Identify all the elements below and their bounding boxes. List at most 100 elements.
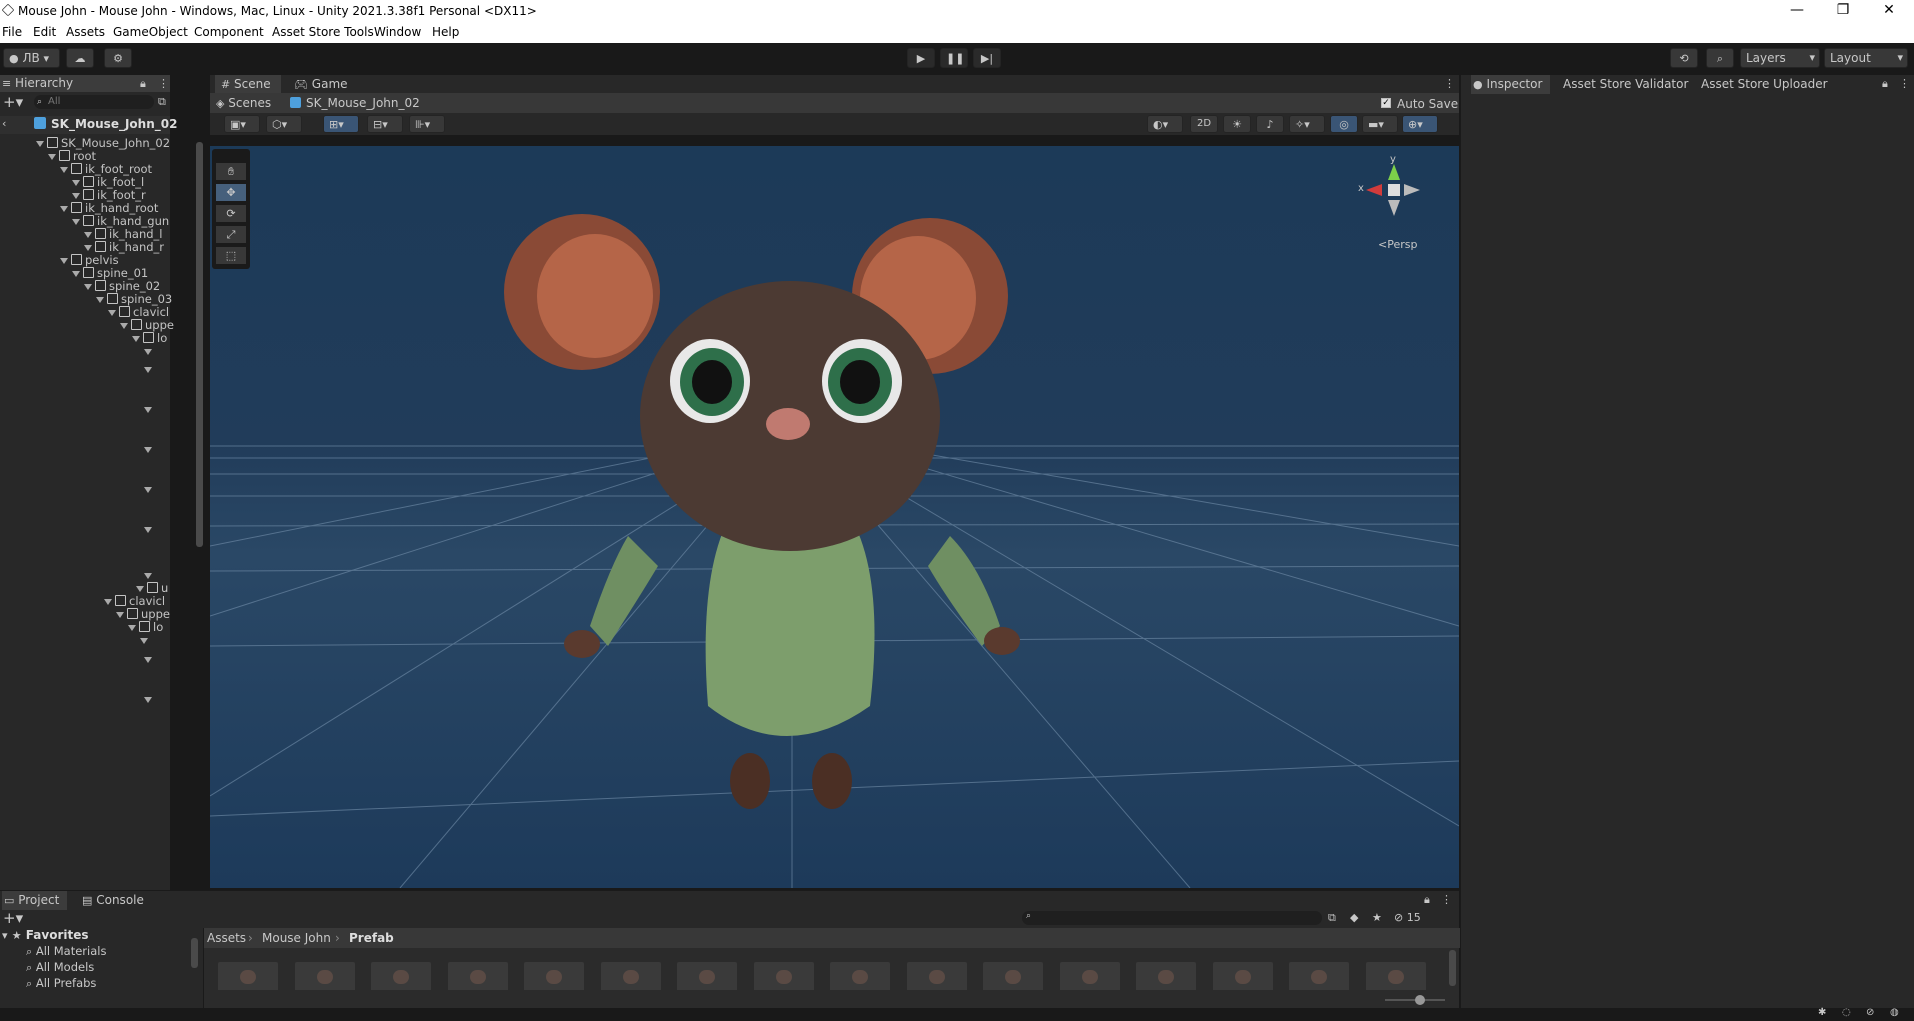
effects-dropdown[interactable]: ✧▾ xyxy=(1289,115,1325,133)
lighting-button[interactable]: ☀ xyxy=(1223,115,1251,133)
asset-scrollbar[interactable] xyxy=(1449,950,1456,986)
minimize-button[interactable]: — xyxy=(1774,0,1820,22)
hierarchy-search-input[interactable]: ⌕ All xyxy=(34,95,154,109)
gizmo-x-arrow[interactable] xyxy=(1366,184,1382,196)
close-button[interactable]: ✕ xyxy=(1866,0,1912,22)
menu-assets[interactable]: Assets xyxy=(66,25,105,39)
hierarchy-item[interactable] xyxy=(144,343,200,359)
asset-thumbnail[interactable] xyxy=(983,962,1043,990)
hierarchy-item[interactable] xyxy=(144,361,200,377)
expand-arrow-icon[interactable] xyxy=(84,245,92,251)
maximize-button[interactable]: ❐ xyxy=(1820,0,1866,22)
menu-file[interactable]: File xyxy=(2,25,22,39)
expand-arrow-icon[interactable] xyxy=(72,271,80,277)
kebab-menu-icon[interactable]: ⋮ xyxy=(1444,77,1455,90)
expand-arrow-icon[interactable] xyxy=(144,349,152,355)
cache-icon[interactable]: ◍ xyxy=(1890,1007,1899,1018)
filter-type-icon[interactable]: ⧉ xyxy=(1328,911,1336,925)
move-tool[interactable]: ✥ xyxy=(216,184,246,201)
asset-thumbnail[interactable] xyxy=(1289,962,1349,990)
pause-button[interactable]: ❚❚ xyxy=(940,48,968,68)
bug-icon[interactable]: ✱ xyxy=(1818,1007,1826,1018)
expand-arrow-icon[interactable] xyxy=(144,407,152,413)
tab-asset-store-validator[interactable]: Asset Store Validator xyxy=(1563,75,1688,94)
asset-thumbnail[interactable] xyxy=(371,962,431,990)
tab-console[interactable]: ▤ Console xyxy=(82,891,144,910)
kebab-menu-icon[interactable]: ⋮ xyxy=(1441,893,1452,906)
breadcrumb-prefab[interactable]: Prefab xyxy=(349,931,394,945)
create-button[interactable]: +▾ xyxy=(0,93,30,111)
expand-arrow-icon[interactable] xyxy=(128,625,136,631)
sidebar-scrollbar[interactable] xyxy=(191,938,198,968)
favorite-all-models[interactable]: ⌕ All Models xyxy=(26,960,94,975)
rotate-tool[interactable]: ⟳ xyxy=(216,205,246,222)
layers-dropdown[interactable]: Layers ▾ xyxy=(1740,48,1820,68)
menu-component[interactable]: Component xyxy=(194,25,264,39)
audio-button[interactable]: ♪ xyxy=(1256,115,1284,133)
render-mode-dropdown[interactable]: ⬡▾ xyxy=(266,115,302,133)
tab-asset-store-uploader[interactable]: Asset Store Uploader xyxy=(1701,75,1828,94)
orientation-gizmo[interactable]: y x xyxy=(1358,154,1440,226)
expand-arrow-icon[interactable] xyxy=(72,219,80,225)
expand-arrow-icon[interactable] xyxy=(144,697,152,703)
menu-asset-store-tools[interactable]: Asset Store Tools xyxy=(272,25,374,39)
expand-arrow-icon[interactable] xyxy=(120,323,128,329)
asset-thumbnail[interactable] xyxy=(906,962,967,990)
persp-label[interactable]: <Persp xyxy=(1378,238,1417,251)
scene-viewport[interactable]: ✋︎ ✥ ⟳ ⤢ ⬚ y x <Persp xyxy=(210,146,1459,888)
expand-arrow-icon[interactable] xyxy=(60,258,68,264)
expand-arrow-icon[interactable] xyxy=(84,232,92,238)
hierarchy-item[interactable] xyxy=(144,691,200,707)
expand-arrow-icon[interactable] xyxy=(108,310,116,316)
breadcrumb-scenes[interactable]: ◈ Scenes xyxy=(216,96,271,110)
asset-thumbnail[interactable] xyxy=(1212,962,1273,990)
debug-icon[interactable]: ⊘ xyxy=(1866,1007,1874,1018)
menu-edit[interactable]: Edit xyxy=(33,25,56,39)
toggle-2d-button[interactable]: 2D xyxy=(1190,115,1218,133)
tab-hierarchy[interactable]: ≡ Hierarchy xyxy=(2,74,73,93)
expand-arrow-icon[interactable] xyxy=(144,657,152,663)
expand-arrow-icon[interactable] xyxy=(60,206,68,212)
auto-save-checkbox[interactable]: ✓ xyxy=(1381,98,1391,108)
expand-arrow-icon[interactable] xyxy=(48,154,56,160)
hierarchy-scrollbar[interactable] xyxy=(196,142,203,547)
hand-tool[interactable]: ✋︎ xyxy=(216,163,246,180)
expand-arrow-icon[interactable] xyxy=(144,487,152,493)
asset-thumbnail[interactable] xyxy=(830,962,890,990)
project-search-input[interactable]: ⌕ xyxy=(1022,911,1322,925)
expand-arrow-icon[interactable] xyxy=(60,167,68,173)
asset-thumbnail[interactable] xyxy=(600,962,661,990)
menu-help[interactable]: Help xyxy=(432,25,459,39)
gizmo-center[interactable] xyxy=(1388,184,1400,196)
expand-arrow-icon[interactable] xyxy=(144,367,152,373)
increment-snap-dropdown[interactable]: ⊟▾ xyxy=(367,115,403,133)
scene-root-row[interactable]: ‹ SK_Mouse_John_02 xyxy=(0,116,177,134)
hierarchy-item[interactable] xyxy=(140,632,200,648)
asset-thumbnail[interactable] xyxy=(447,962,508,990)
expand-arrow-icon[interactable] xyxy=(136,586,144,592)
kebab-menu-icon[interactable]: ⋮ xyxy=(1899,77,1910,90)
lock-icon[interactable]: 🔒︎ xyxy=(1882,77,1888,91)
lock-icon[interactable]: 🔒︎ xyxy=(1424,893,1430,907)
asset-thumbnail[interactable] xyxy=(753,962,814,990)
breadcrumb-assets[interactable]: Assets xyxy=(207,931,246,945)
asset-thumbnail[interactable] xyxy=(294,962,355,990)
rect-tool[interactable]: ⬚ xyxy=(216,247,246,264)
hierarchy-item[interactable] xyxy=(144,481,200,497)
asset-thumbnail[interactable] xyxy=(1059,962,1120,990)
hierarchy-item[interactable] xyxy=(144,651,200,667)
mouse-character-model[interactable] xyxy=(210,146,1459,888)
expand-arrow-icon[interactable] xyxy=(72,193,80,199)
gizmo-neg-x-arrow[interactable] xyxy=(1404,184,1420,196)
ruler-dropdown[interactable]: ⊪▾ xyxy=(409,115,445,133)
expand-arrow-icon[interactable] xyxy=(116,612,124,618)
hierarchy-item[interactable] xyxy=(144,441,200,457)
asset-thumbnail[interactable] xyxy=(1136,962,1196,990)
account-dropdown[interactable]: ● ЛВ ▾ xyxy=(3,48,60,68)
asset-thumbnail[interactable] xyxy=(1365,962,1426,990)
history-button[interactable]: ⟲ xyxy=(1670,48,1698,68)
expand-arrow-icon[interactable] xyxy=(144,573,152,579)
layout-dropdown[interactable]: Layout ▾ xyxy=(1824,48,1908,68)
gizmo-neg-y-arrow[interactable] xyxy=(1388,200,1400,216)
shading-dropdown[interactable]: ◐▾ xyxy=(1147,115,1183,133)
